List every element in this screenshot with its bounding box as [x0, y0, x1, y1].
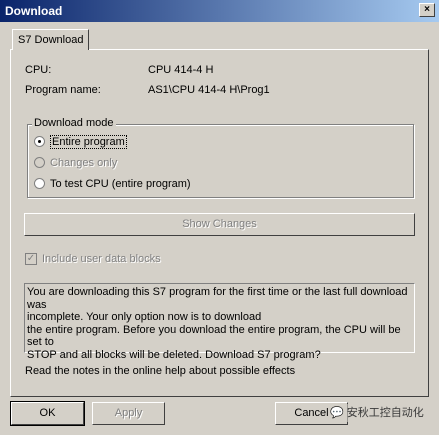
close-button[interactable]: × [419, 3, 435, 17]
cpu-label: CPU: [25, 64, 52, 76]
show-changes-button: Show Changes [24, 213, 415, 236]
apply-button: Apply [92, 402, 165, 425]
radio-selected-dot [38, 140, 41, 143]
include-user-data-checkbox: ✓ [25, 253, 37, 265]
tab-label: S7 Download [18, 34, 84, 46]
watermark-logo: 💬 安秋工控自动化 [330, 404, 424, 422]
radio-test-cpu[interactable] [34, 178, 45, 189]
tab-s7-download[interactable]: S7 Download [12, 29, 89, 50]
download-mode-title: Download mode [32, 117, 116, 129]
title-bar: Download × [0, 0, 439, 22]
message-text: You are downloading this S7 program for … [24, 283, 415, 361]
chat-bubble-icon: 💬 [330, 407, 344, 419]
program-name-label: Program name: [25, 84, 101, 96]
cpu-value: CPU 414-4 H [148, 64, 214, 76]
checkmark-icon: ✓ [26, 253, 36, 264]
include-user-data-label: Include user data blocks [42, 253, 161, 265]
program-name-value: AS1\CPU 414-4 H\Prog1 [148, 84, 270, 96]
radio-changes-only-label: Changes only [50, 157, 118, 169]
ok-button[interactable]: OK [10, 401, 85, 426]
help-note: Read the notes in the online help about … [25, 365, 296, 377]
radio-entire-program-label[interactable]: Entire program [50, 135, 127, 149]
radio-test-cpu-label[interactable]: To test CPU (entire program) [50, 178, 191, 190]
window-title: Download [5, 4, 63, 18]
close-icon: × [424, 4, 430, 15]
radio-changes-only [34, 157, 45, 168]
radio-entire-program[interactable] [34, 136, 45, 147]
watermark-text: 安秋工控自动化 [346, 407, 424, 419]
